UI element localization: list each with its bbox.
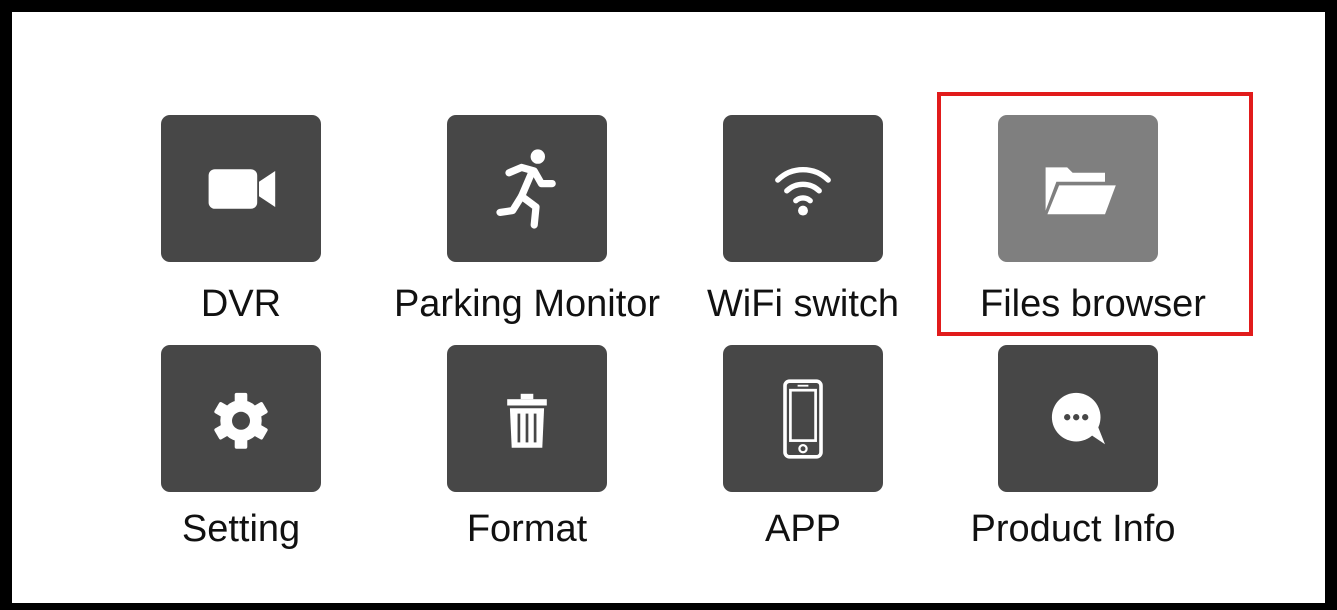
gear-icon <box>214 392 268 449</box>
setting-button[interactable] <box>161 345 321 492</box>
parking-monitor-button[interactable] <box>447 115 607 262</box>
chat-bubble-icon <box>1051 392 1105 444</box>
product-info-button[interactable] <box>998 345 1158 492</box>
dvr-button[interactable] <box>161 115 321 262</box>
video-camera-icon <box>208 168 276 209</box>
product-info-label: Product Info <box>970 508 1176 550</box>
format-button[interactable] <box>447 345 607 492</box>
selection-highlight <box>937 92 1253 336</box>
wifi-switch-button[interactable] <box>723 115 883 262</box>
app-button[interactable] <box>723 345 883 492</box>
smartphone-icon <box>783 378 823 459</box>
wifi-icon <box>775 166 831 216</box>
trash-icon <box>507 393 547 448</box>
running-person-icon <box>496 148 556 229</box>
